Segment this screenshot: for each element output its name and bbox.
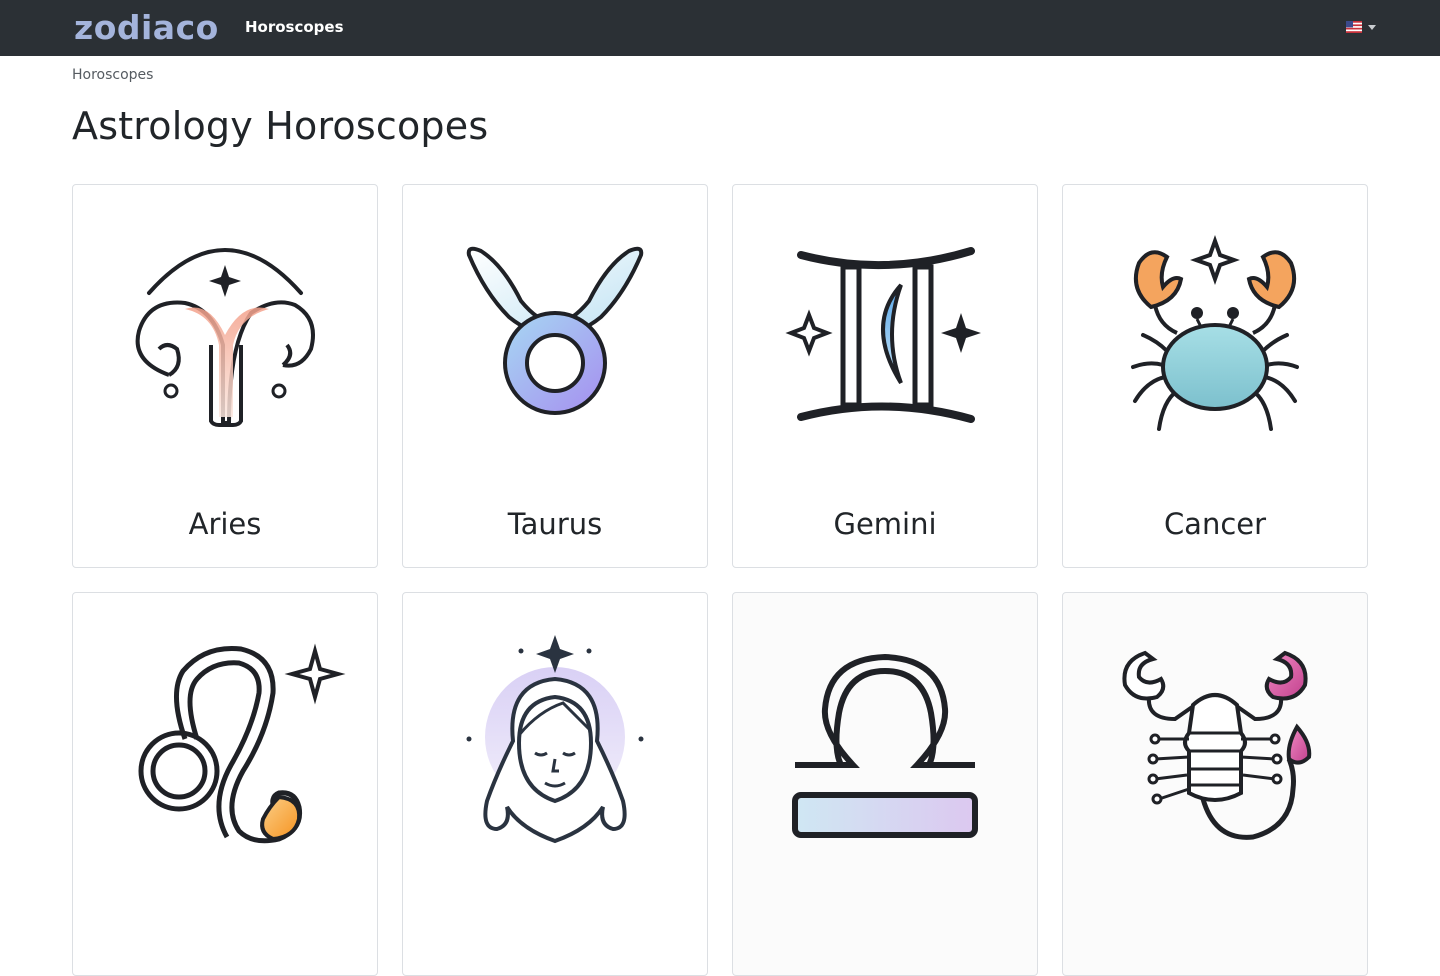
page-title: Astrology Horoscopes — [72, 104, 489, 148]
sign-card-cancer[interactable]: Cancer — [1062, 184, 1368, 568]
sign-card-libra[interactable] — [732, 592, 1038, 976]
taurus-icon — [466, 246, 644, 415]
leo-icon — [138, 643, 346, 844]
nav-link-horoscopes[interactable]: Horoscopes — [245, 18, 344, 36]
scorpio-icon — [1122, 650, 1312, 840]
sign-card-leo[interactable] — [72, 592, 378, 976]
virgo-icon — [466, 635, 644, 844]
top-navbar: zodiaco Horoscopes — [0, 0, 1440, 56]
sign-card-virgo[interactable] — [402, 592, 708, 976]
cancer-icon — [1131, 235, 1299, 431]
sign-label: Aries — [188, 507, 262, 541]
sign-label: Gemini — [833, 507, 937, 541]
gemini-icon — [785, 247, 981, 423]
us-flag-icon — [1346, 21, 1362, 33]
breadcrumb[interactable]: Horoscopes — [72, 67, 153, 83]
chevron-down-icon — [1368, 25, 1376, 30]
zodiac-grid: Aries Taurus Gemini Cancer — [72, 184, 1368, 976]
sign-card-taurus[interactable]: Taurus — [402, 184, 708, 568]
language-dropdown[interactable] — [1346, 21, 1376, 33]
brand-logo[interactable]: zodiaco — [74, 8, 219, 48]
libra-icon — [792, 653, 978, 838]
sign-card-scorpio[interactable] — [1062, 592, 1368, 976]
sign-card-aries[interactable]: Aries — [72, 184, 378, 568]
sign-label: Cancer — [1163, 507, 1267, 541]
aries-icon — [135, 248, 315, 427]
sign-card-gemini[interactable]: Gemini — [732, 184, 1038, 568]
sign-label: Taurus — [507, 507, 603, 541]
